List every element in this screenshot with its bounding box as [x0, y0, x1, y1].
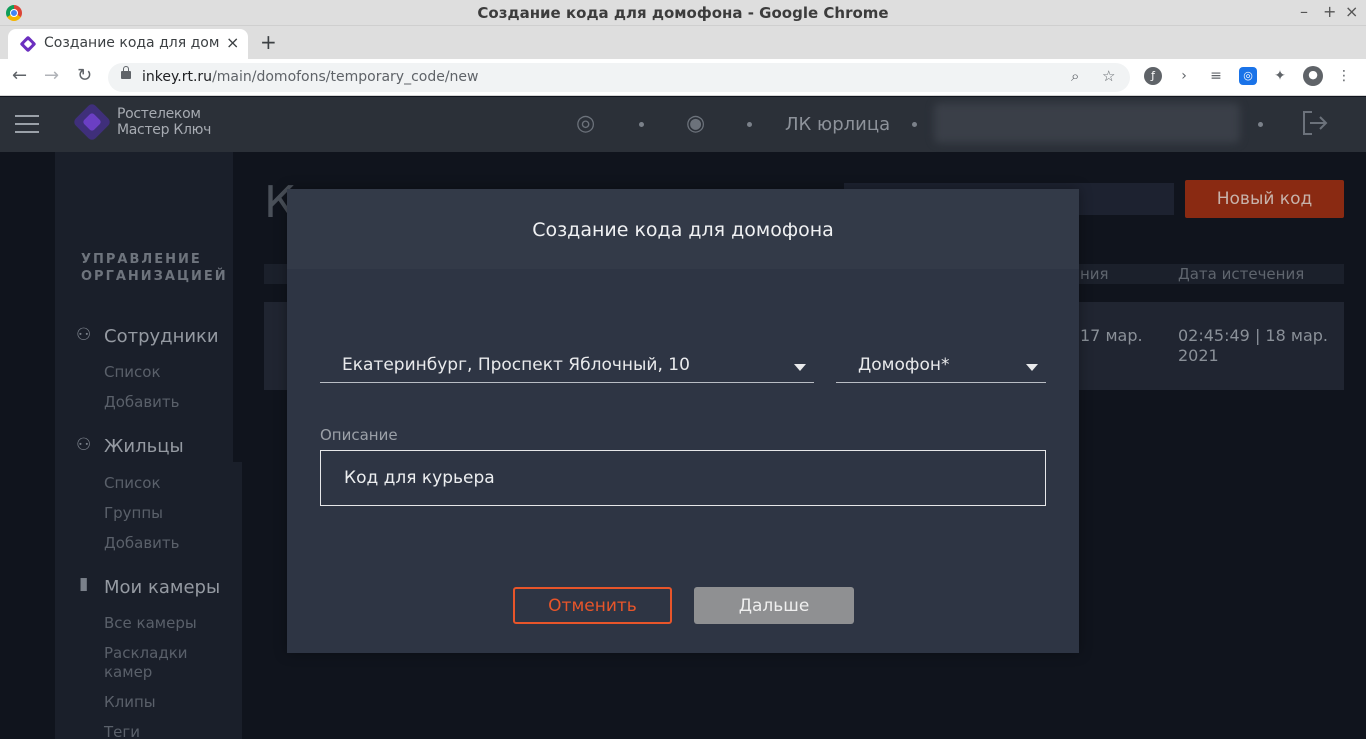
tab-strip: Создание кода для домофона × +: [0, 26, 1366, 59]
column-header-expires: Дата истечения: [1178, 265, 1305, 283]
address-bar[interactable]: inkey.rt.ru/main/domofons/temporary_code…: [108, 63, 1130, 92]
chevron-down-icon: [1026, 364, 1038, 371]
forward-icon[interactable]: →: [44, 65, 59, 86]
sidebar-sub-residents-groups[interactable]: Группы: [104, 504, 163, 523]
sidebar-sub-employees-add[interactable]: Добавить: [104, 393, 180, 412]
description-input[interactable]: Код для курьера: [320, 450, 1046, 506]
sidebar-section-title: УПРАВЛЕНИЕ ОРГАНИЗАЦИЕЙ: [81, 252, 228, 284]
sidebar-sub-clips[interactable]: Клипы: [104, 693, 156, 712]
description-label: Описание: [320, 426, 398, 444]
dialog-header: Создание кода для домофона: [287, 189, 1079, 269]
extension-blue-icon[interactable]: ◎: [1239, 67, 1257, 85]
zoom-icon[interactable]: ⌕: [1071, 67, 1079, 85]
app-header: Ростелеком Мастер Ключ ◎ ◉ ЛК юрлица: [0, 97, 1366, 152]
camera-icon[interactable]: ◉: [686, 111, 705, 136]
separator-dot: [639, 122, 644, 127]
menu-kebab-icon[interactable]: ⋮: [1335, 67, 1353, 85]
browser-toolbar: ← → ↻ inkey.rt.ru/main/domofons/temporar…: [0, 59, 1366, 96]
residents-people-icon: ⚇: [76, 435, 92, 455]
dialog-title: Создание кода для домофона: [532, 219, 834, 241]
org-cabinet-link[interactable]: ЛК юрлица: [785, 114, 890, 135]
new-tab-icon[interactable]: +: [260, 30, 277, 54]
chevron-down-icon: [794, 364, 806, 371]
rostelecom-logo-icon: [72, 102, 112, 142]
extension-list-icon[interactable]: ≡: [1207, 67, 1225, 85]
intercom-select[interactable]: Домофон*: [836, 349, 1046, 383]
separator-dot: [912, 122, 917, 127]
cameras-icon: ▮: [79, 574, 89, 594]
sidebar-sub-residents-list[interactable]: Список: [104, 474, 161, 493]
site-favicon-icon: [19, 35, 37, 53]
extensions-puzzle-icon[interactable]: ✦: [1271, 67, 1289, 85]
employees-people-icon: ⚇: [76, 325, 92, 345]
sidebar-item-residents[interactable]: Жильцы: [104, 436, 184, 457]
bookmark-star-icon[interactable]: ☆: [1102, 67, 1115, 85]
next-button[interactable]: Дальше: [694, 587, 854, 624]
app-logo-text[interactable]: Ростелеком Мастер Ключ: [117, 106, 211, 138]
sidebar-sub-all-cameras[interactable]: Все камеры: [104, 614, 197, 633]
close-window-icon[interactable]: ×: [1345, 2, 1358, 21]
address-select[interactable]: Екатеринбург, Проспект Яблочный, 10: [320, 349, 814, 383]
cancel-button[interactable]: Отменить: [513, 587, 672, 624]
back-icon[interactable]: ←: [12, 65, 27, 86]
sidebar-sub-residents-add[interactable]: Добавить: [104, 534, 180, 553]
intercom-select-value: Домофон*: [858, 355, 950, 375]
window-title: Создание кода для домофона - Google Chro…: [477, 4, 889, 22]
description-value: Код для курьера: [344, 468, 495, 488]
separator-dot: [747, 122, 752, 127]
minimize-icon[interactable]: –: [1300, 2, 1308, 21]
cell-created: 17 мар.: [1080, 326, 1143, 345]
address-url: inkey.rt.ru/main/domofons/temporary_code…: [142, 69, 479, 85]
sidebar-sub-camera-layouts[interactable]: Раскладки камер: [104, 644, 194, 682]
sidebar-scrollbar[interactable]: [233, 152, 242, 462]
tab-label: Создание кода для домофона: [44, 35, 220, 51]
sidebar-item-employees[interactable]: Сотрудники: [104, 326, 219, 347]
column-header-created: ния: [1080, 265, 1109, 283]
support-lifebuoy-icon[interactable]: ◎: [576, 111, 595, 136]
hamburger-menu-icon[interactable]: [15, 115, 39, 133]
sidebar-item-cameras[interactable]: Мои камеры: [104, 577, 220, 598]
separator-dot: [1258, 122, 1263, 127]
cell-expires: 02:45:49 | 18 мар. 2021: [1178, 326, 1328, 365]
tab-close-icon[interactable]: ×: [226, 33, 239, 52]
new-code-button[interactable]: Новый код: [1185, 180, 1344, 218]
reload-icon[interactable]: ↻: [77, 65, 92, 86]
sidebar-sub-employees-list[interactable]: Список: [104, 363, 161, 382]
create-code-dialog: Создание кода для домофона Екатеринбург,…: [287, 189, 1079, 653]
blurred-account-info: [934, 103, 1240, 143]
logout-icon[interactable]: [1300, 109, 1328, 137]
sidebar-sub-tags[interactable]: Теги: [104, 723, 140, 739]
window-titlebar: Создание кода для домофона - Google Chro…: [0, 0, 1366, 26]
extension-arrow-icon[interactable]: ›: [1175, 67, 1193, 85]
profile-avatar-icon[interactable]: ●: [1303, 66, 1323, 86]
maximize-icon[interactable]: +: [1323, 2, 1336, 21]
extension-icon[interactable]: ƒ: [1144, 67, 1162, 85]
tab-active[interactable]: Создание кода для домофона ×: [8, 29, 248, 59]
address-select-value: Екатеринбург, Проспект Яблочный, 10: [342, 355, 690, 375]
lock-icon: [121, 66, 131, 79]
